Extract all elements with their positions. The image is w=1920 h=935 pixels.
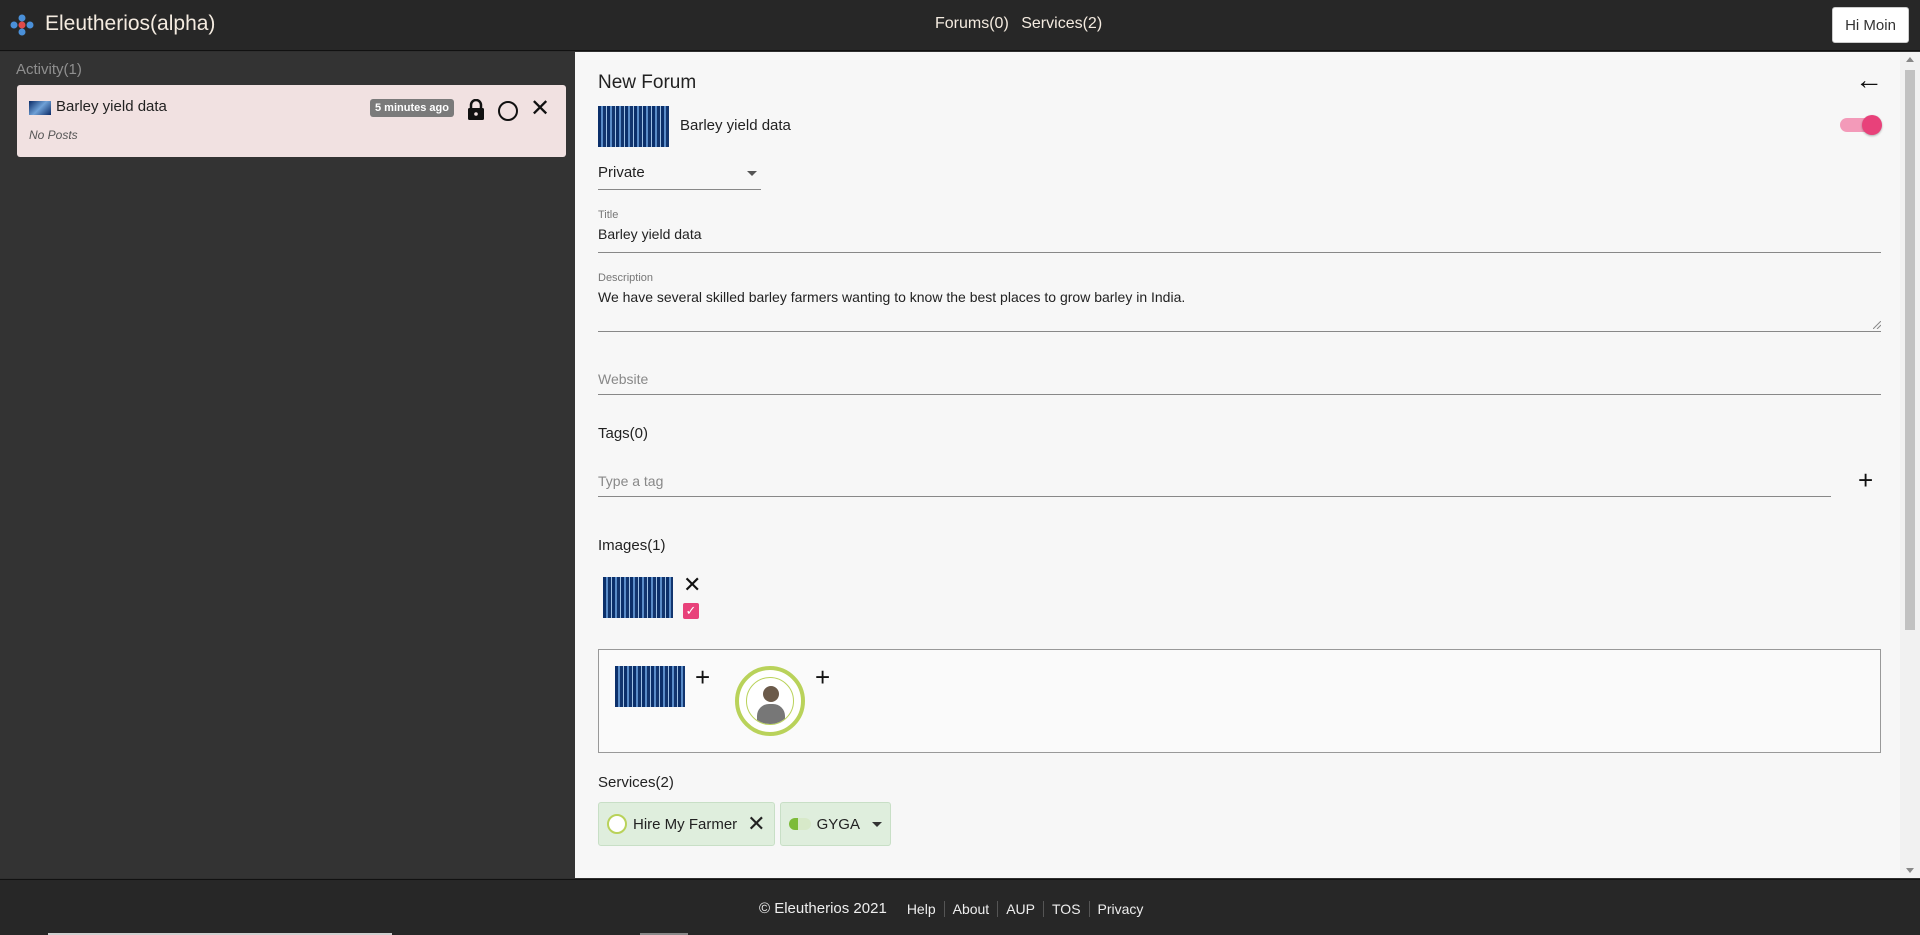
hire-my-farmer-icon	[607, 814, 627, 834]
user-menu-button[interactable]: Hi Moin	[1832, 7, 1909, 43]
title-field[interactable]: Barley yield data	[598, 226, 1881, 253]
forum-thumbnail	[29, 101, 51, 115]
activity-card[interactable]: Barley yield data No Posts 5 minutes ago…	[17, 85, 566, 157]
forum-image	[598, 106, 669, 147]
description-value: We have several skilled barley farmers w…	[598, 289, 1186, 305]
add-image-icon[interactable]: +	[695, 664, 710, 690]
gyga-icon	[788, 818, 811, 830]
remove-service-icon[interactable]: ✕	[747, 813, 765, 835]
resize-handle-icon[interactable]	[1873, 321, 1881, 329]
lock-icon[interactable]	[467, 99, 485, 121]
app-logo-icon[interactable]	[10, 14, 34, 36]
service-chip[interactable]: GYGA	[779, 802, 891, 846]
service-name: Hire My Farmer	[633, 815, 738, 833]
gallery-image	[615, 666, 685, 707]
services-list: Hire My Farmer ✕ GYGA	[598, 802, 891, 846]
time-badge: 5 minutes ago	[370, 99, 454, 117]
page-title: New Forum	[598, 72, 697, 93]
scroll-up-icon[interactable]	[1906, 57, 1914, 62]
footer-links: © Eleutherios 2021 Help About AUP TOS Pr…	[759, 900, 1151, 917]
website-field[interactable]: Website	[598, 371, 1881, 395]
images-title: Images(1)	[598, 537, 666, 554]
activity-title: Activity(1)	[16, 61, 82, 78]
main-panel: New Forum ← Barley yield data Private Ti…	[575, 52, 1900, 878]
title-value: Barley yield data	[598, 226, 702, 242]
nav-forums[interactable]: Forums(0)	[935, 15, 1009, 32]
description-field[interactable]: We have several skilled barley farmers w…	[598, 289, 1881, 332]
chevron-down-icon[interactable]	[871, 821, 882, 827]
scroll-thumb[interactable]	[1905, 70, 1915, 630]
website-placeholder: Website	[598, 371, 649, 387]
chevron-down-icon	[747, 171, 757, 176]
nav-services[interactable]: Services(2)	[1021, 15, 1102, 32]
services-title: Services(2)	[598, 774, 674, 791]
footer: © Eleutherios 2021 Help About AUP TOS Pr…	[0, 879, 1920, 935]
tags-title: Tags(0)	[598, 425, 649, 442]
footer-link-tos[interactable]: TOS	[1043, 900, 1089, 917]
service-name: GYGA	[816, 815, 860, 833]
app-title[interactable]: Eleutherios(alpha)	[45, 12, 215, 36]
top-bar: Eleutherios(alpha) Forums(0) Services(2)…	[0, 0, 1920, 51]
footer-link-aup[interactable]: AUP	[997, 900, 1043, 917]
footer-link-about[interactable]: About	[943, 900, 998, 917]
image-gallery: + +	[598, 649, 1881, 753]
visibility-select[interactable]: Private	[598, 164, 761, 190]
footer-link-help[interactable]: Help	[899, 901, 944, 917]
image-checkbox[interactable]: ✓	[683, 603, 699, 619]
toggle-knob[interactable]	[1862, 115, 1882, 135]
farmer-icon	[746, 677, 794, 725]
circle-icon[interactable]	[498, 101, 518, 121]
tag-input[interactable]: Type a tag	[598, 473, 1831, 497]
activity-card-subtitle: No Posts	[29, 128, 78, 142]
tag-placeholder: Type a tag	[598, 473, 664, 489]
footer-link-privacy[interactable]: Privacy	[1088, 900, 1152, 917]
forum-name: Barley yield data	[680, 117, 791, 134]
add-image-icon[interactable]: +	[815, 664, 830, 690]
remove-image-icon[interactable]: ✕	[683, 574, 701, 596]
close-icon[interactable]: ✕	[530, 97, 550, 121]
scrollbar[interactable]	[1900, 52, 1920, 878]
title-label: Title	[598, 209, 619, 221]
activity-card-title[interactable]: Barley yield data	[56, 98, 167, 115]
hire-my-farmer-logo	[735, 666, 805, 736]
scroll-down-icon[interactable]	[1906, 868, 1914, 873]
service-chip[interactable]: Hire My Farmer ✕	[598, 802, 775, 846]
top-nav: Forums(0) Services(2)	[935, 15, 1110, 33]
copyright: © Eleutherios 2021	[759, 900, 887, 917]
selected-image	[603, 577, 673, 618]
back-arrow-icon[interactable]: ←	[1855, 64, 1883, 96]
add-tag-icon[interactable]: +	[1858, 467, 1873, 493]
sidebar: Activity(1) Barley yield data No Posts 5…	[0, 52, 575, 878]
visibility-value: Private	[598, 164, 645, 181]
description-label: Description	[598, 272, 654, 284]
